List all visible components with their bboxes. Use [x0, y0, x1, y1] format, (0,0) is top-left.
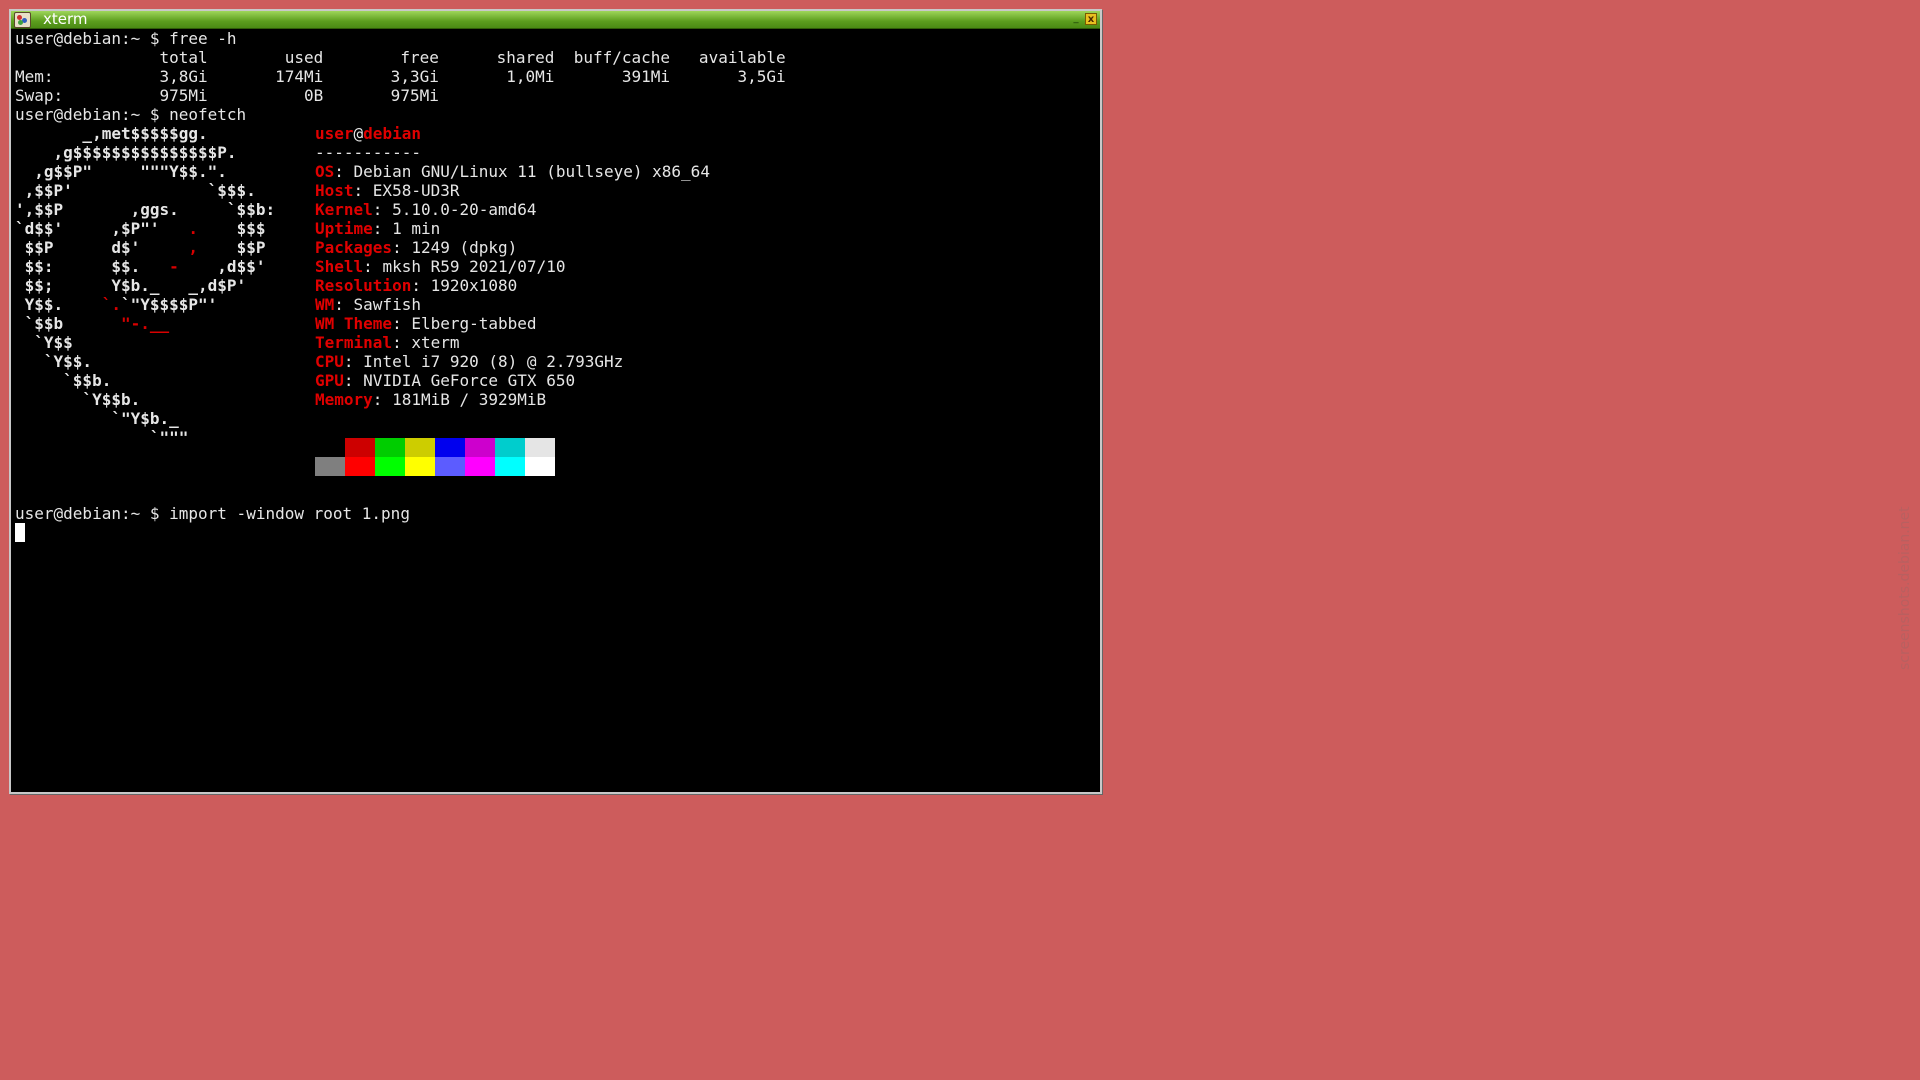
logo-line: ,g$$P" """Y$$.".	[15, 162, 227, 181]
palette-swatch	[315, 457, 345, 476]
command-text: free -h	[169, 29, 237, 48]
logo-line: `$$b "-.__	[15, 314, 170, 333]
info-row-wm: WM: Sawfish	[315, 295, 421, 314]
info-row-resolution: Resolution: 1920x1080	[315, 276, 518, 295]
logo-line: `"""	[15, 428, 189, 447]
logo-line: ',$$P ,ggs. `$$b:	[15, 200, 276, 219]
info-row-kernel: Kernel: 5.10.0-20-amd64	[315, 200, 537, 219]
terminal-output[interactable]: user@debian:~ $ free -h total used free …	[15, 29, 1096, 788]
logo-line: `Y$$b.	[15, 390, 141, 409]
palette-swatch	[345, 457, 375, 476]
palette-swatch	[345, 438, 375, 457]
info-row-shell: Shell: mksh R59 2021/07/10	[315, 257, 566, 276]
logo-line: _,met$$$$$gg.	[15, 124, 208, 143]
logo-line: `Y$$	[15, 333, 73, 352]
prompt-line: user@debian:~ $ free -h	[15, 29, 237, 48]
command-text: neofetch	[169, 105, 247, 124]
prompt-line: user@debian:~ $ import -window root 1.pn…	[15, 504, 410, 523]
palette-swatch	[465, 438, 495, 457]
palette-swatch	[465, 457, 495, 476]
palette-swatch	[525, 438, 555, 457]
palette-swatch	[525, 457, 555, 476]
logo-line: $$: $$. - ,d$$'	[15, 257, 266, 276]
logo-line: `"Y$b._	[15, 409, 179, 428]
info-row-memory: Memory: 181MiB / 3929MiB	[315, 390, 547, 409]
info-row-terminal: Terminal: xterm	[315, 333, 460, 352]
window-title: xterm	[43, 10, 88, 28]
logo-line: ,$$P' `$$$.	[15, 181, 256, 200]
prompt-line: user@debian:~ $ neofetch	[15, 105, 246, 124]
free-mem-row: Mem: 3,8Gi 174Mi 3,3Gi 1,0Mi 391Mi 3,5Gi	[15, 67, 786, 86]
shell-prompt: user@debian:~ $	[15, 504, 170, 523]
palette-swatch	[435, 457, 465, 476]
palette-swatch	[375, 438, 405, 457]
palette-swatch	[405, 438, 435, 457]
shell-prompt: user@debian:~ $	[15, 105, 170, 124]
logo-line: `Y$$.	[15, 352, 93, 371]
minimize-icon[interactable]: _	[1070, 13, 1082, 25]
text-cursor	[15, 523, 25, 542]
palette-swatch	[375, 457, 405, 476]
close-icon[interactable]: x	[1085, 13, 1097, 25]
info-row-uptime: Uptime: 1 min	[315, 219, 441, 238]
info-row-wm-theme: WM Theme: Elberg-tabbed	[315, 314, 537, 333]
info-row-packages: Packages: 1249 (dpkg)	[315, 238, 518, 257]
user-host-title: user@debian	[315, 124, 421, 143]
xterm-app-icon[interactable]	[14, 12, 31, 28]
logo-line: $$; Y$b._ _,d$P'	[15, 276, 247, 295]
logo-line: `$$b.	[15, 371, 112, 390]
palette-swatch	[405, 457, 435, 476]
logo-line: ,g$$$$$$$$$$$$$$$P.	[15, 143, 237, 162]
info-row-host: Host: EX58-UD3R	[315, 181, 460, 200]
info-row-gpu: GPU: NVIDIA GeForce GTX 650	[315, 371, 576, 390]
palette-swatch	[435, 438, 465, 457]
watermark: screenshots.debian.net	[1897, 506, 1913, 670]
logo-line: `d$$' ,$P"' . $$$	[15, 219, 266, 238]
info-row-os: OS: Debian GNU/Linux 11 (bullseye) x86_6…	[315, 162, 710, 181]
palette-swatch	[315, 438, 345, 457]
info-separator: -----------	[315, 143, 421, 162]
info-row-cpu: CPU: Intel i7 920 (8) @ 2.793GHz	[315, 352, 624, 371]
free-swap-row: Swap: 975Mi 0B 975Mi	[15, 86, 439, 105]
window-titlebar[interactable]: xterm _ x	[11, 11, 1100, 29]
logo-line: $$P d$' , $$P	[15, 238, 266, 257]
command-text: import -window root 1.png	[169, 504, 410, 523]
free-header: total used free shared buff/cache availa…	[15, 48, 786, 67]
palette-swatch	[495, 457, 525, 476]
logo-line: Y$$. `.`"Y$$$$P"'	[15, 295, 218, 314]
xterm-window[interactable]: xterm _ x user@debian:~ $ free -h total …	[9, 9, 1102, 794]
palette-swatch	[495, 438, 525, 457]
shell-prompt: user@debian:~ $	[15, 29, 170, 48]
